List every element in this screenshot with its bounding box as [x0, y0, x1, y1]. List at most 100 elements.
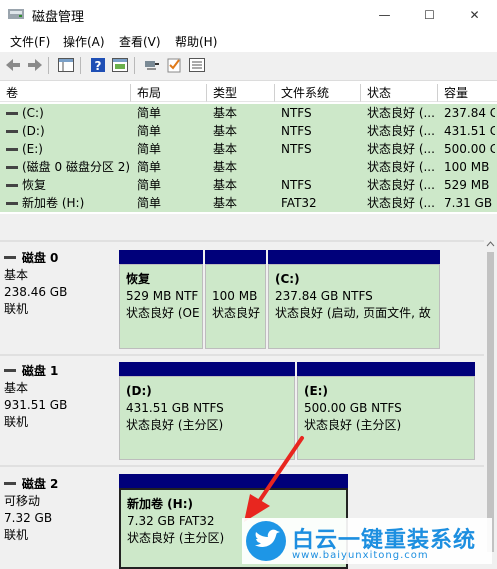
disk-type: 基本 [4, 268, 29, 282]
table-cell: 简单 [137, 142, 162, 156]
disk-management-app-icon [8, 9, 24, 19]
table-cell: 状态良好 (... [367, 106, 435, 120]
partition-size: 431.51 GB NTFS [126, 401, 224, 415]
volume-icon [6, 202, 18, 205]
partition-status: 状态良好 (启动, 页面文件, 故 [275, 306, 431, 320]
scrollbar-thumb[interactable] [487, 252, 494, 552]
volume-icon [6, 148, 18, 151]
checklist-icon[interactable] [165, 56, 183, 74]
disk-2-info[interactable]: 磁盘 2 可移动 7.32 GB 联机 [4, 476, 114, 544]
console-tree-icon[interactable] [57, 56, 75, 74]
disk-icon [4, 369, 16, 372]
table-cell: 529 MB [444, 178, 490, 192]
table-cell: 简单 [137, 196, 162, 210]
table-cell: 恢复 [22, 178, 47, 192]
column-header-status[interactable]: 状态 [361, 84, 438, 102]
partition-size: 100 MB [212, 289, 258, 303]
table-cell: (C:) [22, 106, 44, 120]
column-header-layout[interactable]: 布局 [131, 84, 207, 102]
partition-e[interactable]: (E:) 500.00 GB NTFS 状态良好 (主分区) [297, 362, 475, 460]
table-cell: 状态良好 (... [367, 124, 435, 138]
connect-icon[interactable] [143, 56, 161, 74]
disk-separator [0, 354, 484, 356]
disk-icon [4, 482, 16, 485]
disk-icon [4, 256, 16, 259]
menu-view[interactable]: 查看(V) [119, 33, 161, 50]
disk-size: 7.32 GB [4, 511, 53, 525]
disk-status: 联机 [4, 415, 29, 429]
forward-icon[interactable] [26, 56, 44, 74]
column-header-filesystem[interactable]: 文件系统 [275, 84, 361, 102]
close-button[interactable]: ✕ [452, 0, 497, 30]
pane-splitter[interactable] [0, 214, 497, 234]
partition-status: 状态良好 (OE [126, 306, 200, 320]
disk-separator [0, 240, 484, 242]
table-cell: 基本 [213, 106, 238, 120]
properties-icon[interactable] [111, 56, 129, 74]
table-cell: 7.31 GB [444, 196, 493, 210]
table-cell: 基本 [213, 142, 238, 156]
maximize-button[interactable]: ☐ [407, 0, 452, 30]
back-icon[interactable] [4, 56, 22, 74]
volume-icon [6, 166, 18, 169]
svg-text:?: ? [95, 59, 102, 73]
volume-icon [6, 112, 18, 115]
disk-status: 联机 [4, 528, 29, 542]
table-cell: 状态良好 (... [367, 160, 435, 174]
toolbar-separator [134, 57, 135, 74]
table-cell [281, 158, 359, 176]
partition-label: (D:) [126, 384, 152, 398]
partition-status: 状态良好 (主分区) [304, 418, 402, 432]
red-arrow-annotation [244, 436, 304, 522]
partition-label: (C:) [275, 272, 300, 286]
partition-status: 状态良好 [212, 306, 261, 320]
partition-recovery[interactable]: 恢复 529 MB NTF 状态良好 (OE [119, 250, 203, 349]
partition-size: 500.00 GB NTFS [304, 401, 402, 415]
table-cell: 简单 [137, 178, 162, 192]
table-cell: 基本 [213, 178, 238, 192]
column-header-capacity[interactable]: 容量 [438, 84, 497, 102]
menu-help[interactable]: 帮助(H) [175, 33, 217, 50]
partition-size: 237.84 GB NTFS [275, 289, 373, 303]
scroll-up-icon[interactable] [484, 238, 497, 250]
disk-type: 基本 [4, 381, 29, 395]
partition-label: (E:) [304, 384, 328, 398]
list-view-icon[interactable] [188, 56, 206, 74]
disk-status: 联机 [4, 302, 29, 316]
table-cell: 状态良好 (... [367, 196, 435, 210]
help-icon[interactable]: ? [89, 56, 107, 74]
toolbar-separator [48, 57, 49, 74]
table-cell: 新加卷 (H:) [22, 196, 85, 210]
bird-logo-icon [246, 521, 286, 561]
partition-c[interactable]: (C:) 237.84 GB NTFS 状态良好 (启动, 页面文件, 故 [268, 250, 440, 349]
disk-name: 磁盘 1 [21, 364, 59, 378]
table-cell: FAT32 [281, 196, 317, 210]
table-cell: NTFS [281, 142, 312, 156]
table-cell: 简单 [137, 106, 162, 120]
disk-0-info[interactable]: 磁盘 0 基本 238.46 GB 联机 [4, 250, 114, 318]
partition-size: 529 MB NTF [126, 289, 199, 303]
watermark-url: www.baiyunxitong.com [292, 550, 429, 561]
table-cell: 简单 [137, 124, 162, 138]
disk-1-info[interactable]: 磁盘 1 基本 931.51 GB 联机 [4, 363, 114, 431]
column-header-type[interactable]: 类型 [207, 84, 275, 102]
table-cell: (E:) [22, 142, 43, 156]
table-cell: 简单 [137, 160, 162, 174]
minimize-button[interactable]: — [362, 0, 407, 30]
table-cell: 500.00 G [444, 142, 495, 156]
partition-efi[interactable]: 100 MB 状态良好 [205, 250, 266, 349]
menu-file[interactable]: 文件(F) [10, 33, 50, 50]
table-cell: NTFS [281, 124, 312, 138]
table-cell: (磁盘 0 磁盘分区 2) [22, 160, 131, 174]
table-cell: NTFS [281, 106, 312, 120]
volume-icon [6, 130, 18, 133]
disk-name: 磁盘 2 [21, 477, 59, 491]
table-cell: 基本 [213, 160, 238, 174]
table-cell: (D:) [22, 124, 45, 138]
toolbar-separator [80, 57, 81, 74]
table-cell: 状态良好 (... [367, 178, 435, 192]
column-header-volume[interactable]: 卷 [0, 84, 131, 102]
menu-action[interactable]: 操作(A) [63, 33, 105, 50]
window-title: 磁盘管理 [32, 10, 85, 25]
table-cell: 237.84 G [444, 106, 495, 120]
